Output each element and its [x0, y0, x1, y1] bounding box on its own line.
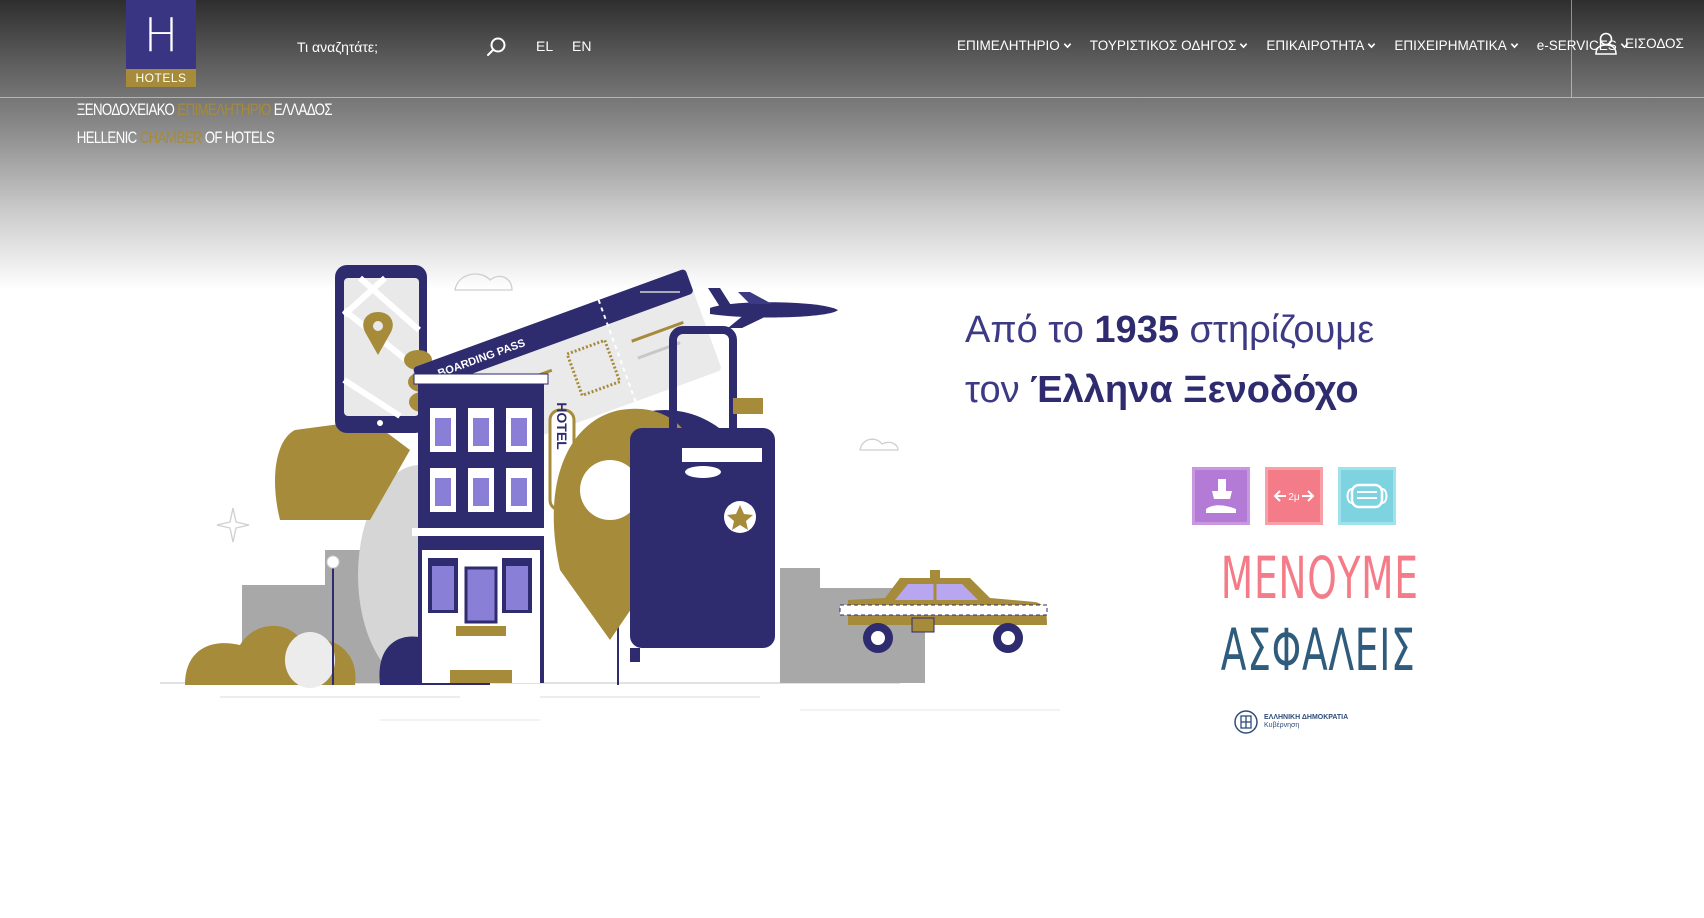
chevron-down-icon [1368, 43, 1376, 49]
nav-item-chamber[interactable]: ΕΠΙΜΕΛΗΤΗΡΙΟ [957, 38, 1072, 53]
login-label: ΕΙΣΟΔΟΣ [1625, 35, 1684, 51]
chevron-down-icon [1240, 43, 1248, 49]
hero-headline: Από το 1935 στηρίζουμε τον Έλληνα Ξενοδό… [965, 300, 1374, 420]
logo-letter: H [143, 8, 179, 62]
nav-item-label: ΕΠΙΚΑΙΡΟΤΗΤΑ [1266, 38, 1365, 53]
hotel-sign-text: HOTEL [554, 402, 570, 450]
face-mask-icon [1338, 467, 1396, 525]
gov-subtitle: Κυβέρνηση [1264, 722, 1300, 729]
language-en[interactable]: EN [572, 38, 591, 54]
stay-safe-title-2: ΑΣΦΑΛΕΙΣ [1220, 616, 1416, 684]
distance-icon: 2μ [1265, 467, 1323, 525]
main-navigation: ΕΠΙΜΕΛΗΤΗΡΙΟ ΤΟΥΡΙΣΤΙΚΟΣ ΟΔΗΓΟΣ ΕΠΙΚΑΙΡΟ… [957, 38, 1629, 53]
search-icon[interactable] [486, 36, 508, 58]
greek-government-logo: ΕΛΛΗΝΙΚΗ ΔΗΜΟΚΡΑΤΙΑ Κυβέρνηση [1234, 710, 1348, 734]
login-button[interactable]: ΕΙΣΟΔΟΣ [1593, 30, 1684, 56]
chevron-down-icon [1063, 43, 1072, 49]
nav-item-tourist-guide[interactable]: ΤΟΥΡΙΣΤΙΚΟΣ ΟΔΗΓΟΣ [1090, 38, 1249, 53]
site-logo[interactable]: H HOTELS ΞΕΝΟΔΟΧΕΙΑΚΟ ΕΠΙΜΕΛΗΤΗΡΙΟ ΕΛΛΑΔ… [53, 0, 333, 155]
language-el[interactable]: EL [536, 38, 553, 54]
logo-greek-name: ΞΕΝΟΔΟΧΕΙΑΚΟ ΕΠΙΜΕΛΗΤΗΡΙΟ ΕΛΛΑΔΟΣ [76, 100, 333, 119]
hand-sanitizer-icon [1192, 467, 1250, 525]
stay-safe-badge[interactable]: 2μ ΜΕΝΟΥΜΕ ΑΣΦΑΛΕΙΣ ΕΛΛΗΝΙΚΗ ΔΗΜΟΚΡΑΤΙΑ … [1190, 465, 1419, 745]
hero-headline-line-2: τον Έλληνα Ξενοδόχο [965, 369, 1359, 411]
nav-item-label: ΕΠΙΧΕΙΡΗΜΑΤΙΚΑ [1394, 38, 1507, 53]
nav-item-label: ΤΟΥΡΙΣΤΙΚΟΣ ΟΔΗΓΟΣ [1089, 38, 1237, 53]
logo-word: HOTELS [126, 69, 196, 87]
hero-headline-line-1: Από το 1935 στηρίζουμε [965, 309, 1375, 351]
nav-item-news[interactable]: ΕΠΙΚΑΙΡΟΤΗΤΑ [1266, 38, 1376, 53]
search-input[interactable] [297, 36, 477, 58]
government-emblem-icon [1234, 710, 1258, 734]
user-icon [1595, 32, 1617, 55]
nav-item-label: ΕΠΙΜΕΛΗΤΗΡΙΟ [957, 38, 1060, 53]
stay-safe-title-1: ΜΕΝΟΥΜΕ [1220, 544, 1419, 612]
nav-item-business[interactable]: ΕΠΙΧΕΙΡΗΜΑΤΙΚΑ [1394, 38, 1518, 53]
distance-label: 2μ [1288, 492, 1300, 503]
logo-mark: H HOTELS [126, 0, 196, 87]
gov-name: ΕΛΛΗΝΙΚΗ ΔΗΜΟΚΡΑΤΙΑ [1264, 714, 1349, 721]
logo-english-name: HELLENIC CHAMBER OF HOTELS [76, 128, 275, 147]
chevron-down-icon [1510, 43, 1518, 49]
